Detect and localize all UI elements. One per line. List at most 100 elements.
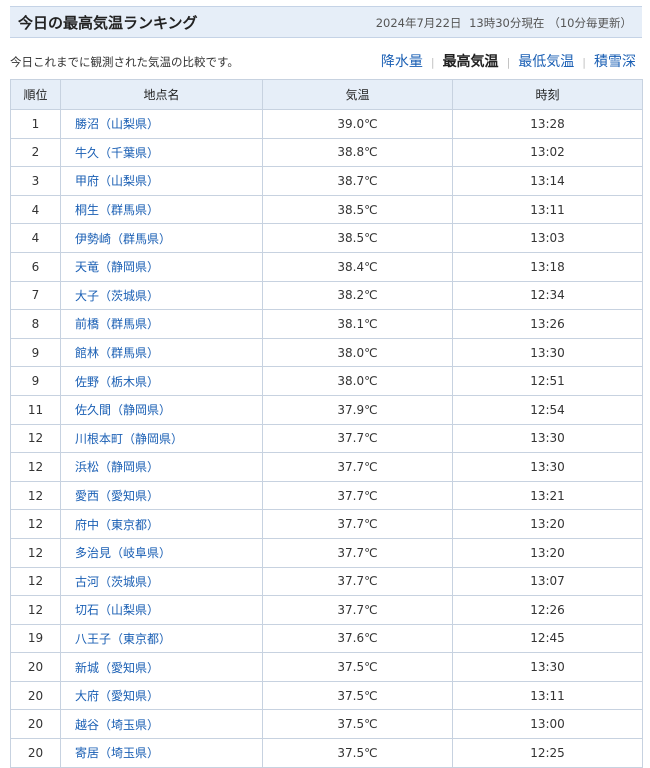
cell-location: 川根本町（静岡県） [60, 423, 263, 454]
cell-location: 牛久（千葉県） [60, 137, 263, 168]
cell-time: 12:26 [452, 595, 643, 625]
cell-temperature: 37.7℃ [262, 423, 453, 454]
cell-temperature: 37.6℃ [262, 623, 453, 654]
cell-temperature: 37.5℃ [262, 680, 453, 711]
cell-rank: 12 [10, 595, 61, 625]
table-row: 7 大子（茨城県） 38.2℃ 12:34 [10, 280, 643, 311]
table-row: 12 愛西（愛知県） 37.7℃ 13:21 [10, 480, 643, 511]
cell-time: 13:30 [452, 423, 643, 454]
location-link[interactable]: 佐野（栃木県） [75, 375, 159, 389]
cell-time: 13:11 [452, 680, 643, 711]
cell-location: 八王子（東京都） [60, 623, 263, 654]
location-link[interactable]: 館林（群馬県） [75, 346, 159, 360]
header-rank: 順位 [10, 79, 61, 110]
location-link[interactable]: 天竜（静岡県） [75, 260, 159, 274]
cell-time: 13:14 [452, 166, 643, 196]
cell-rank: 8 [10, 309, 61, 339]
cell-location: 佐野（栃木県） [60, 366, 263, 396]
table-header-row: 順位 地点名 気温 時刻 [10, 79, 643, 110]
location-link[interactable]: 愛西（愛知県） [75, 489, 159, 503]
cell-temperature: 39.0℃ [262, 109, 453, 139]
cell-temperature: 38.7℃ [262, 166, 453, 196]
location-link[interactable]: 桐生（群馬県） [75, 203, 159, 217]
cell-temperature: 38.0℃ [262, 337, 453, 368]
cell-temperature: 38.5℃ [262, 194, 453, 225]
cell-location: 佐久間（静岡県） [60, 394, 263, 425]
cell-rank: 12 [10, 423, 61, 454]
location-link[interactable]: 古河（茨城県） [75, 575, 159, 589]
cell-location: 府中（東京都） [60, 509, 263, 539]
cell-location: 甲府（山梨県） [60, 166, 263, 196]
location-link[interactable]: 切石（山梨県） [75, 603, 159, 617]
table-row: 11 佐久間（静岡県） 37.9℃ 12:54 [10, 394, 643, 425]
cell-time: 13:30 [452, 337, 643, 368]
cell-temperature: 37.9℃ [262, 394, 453, 425]
nav-snow-depth[interactable]: 積雪深 [594, 54, 636, 70]
location-link[interactable]: 伊勢崎（群馬県） [75, 232, 171, 246]
cell-temperature: 38.8℃ [262, 137, 453, 168]
cell-location: 寄居（埼玉県） [60, 738, 263, 768]
table-row: 9 佐野（栃木県） 38.0℃ 12:51 [10, 366, 643, 396]
nav-precipitation[interactable]: 降水量 [381, 54, 423, 70]
location-link[interactable]: 府中（東京都） [75, 518, 159, 532]
cell-time: 13:07 [452, 566, 643, 597]
table-row: 8 前橋（群馬県） 38.1℃ 13:26 [10, 309, 643, 339]
cell-time: 13:30 [452, 452, 643, 482]
page-title: 今日の最高気温ランキング [18, 14, 198, 32]
table-row: 12 切石（山梨県） 37.7℃ 12:26 [10, 595, 643, 625]
cell-rank: 4 [10, 194, 61, 225]
cell-temperature: 38.4℃ [262, 251, 453, 282]
cell-time: 13:00 [452, 709, 643, 740]
cell-rank: 3 [10, 166, 61, 196]
cell-location: 古河（茨城県） [60, 566, 263, 597]
cell-rank: 20 [10, 652, 61, 682]
nav-min-temperature[interactable]: 最低気温 [518, 54, 574, 70]
header-temperature: 気温 [262, 79, 453, 110]
cell-rank: 20 [10, 738, 61, 768]
location-link[interactable]: 多治見（岐阜県） [75, 546, 171, 560]
cell-location: 多治見（岐阜県） [60, 537, 263, 568]
table-row: 20 新城（愛知県） 37.5℃ 13:30 [10, 652, 643, 682]
table-row: 12 多治見（岐阜県） 37.7℃ 13:20 [10, 537, 643, 568]
nav-separator: | [430, 56, 435, 69]
cell-rank: 12 [10, 480, 61, 511]
page-description: 今日これまでに観測された気温の比較です。 [10, 55, 239, 69]
cell-location: 愛西（愛知県） [60, 480, 263, 511]
cell-location: 桐生（群馬県） [60, 194, 263, 225]
header-time: 時刻 [452, 79, 643, 110]
location-link[interactable]: 八王子（東京都） [75, 632, 171, 646]
location-link[interactable]: 勝沼（山梨県） [75, 117, 159, 131]
cell-location: 館林（群馬県） [60, 337, 263, 368]
ranking-table: 順位 地点名 気温 時刻 1 勝沼（山梨県） 39.0℃ 13:28 2 牛久（千葉県） 3… [10, 79, 643, 768]
cell-temperature: 38.2℃ [262, 280, 453, 311]
table-row: 6 天竜（静岡県） 38.4℃ 13:18 [10, 251, 643, 282]
cell-time: 13:21 [452, 480, 643, 511]
location-link[interactable]: 佐久間（静岡県） [75, 403, 171, 417]
location-link[interactable]: 川根本町（静岡県） [75, 432, 183, 446]
location-link[interactable]: 大府（愛知県） [75, 689, 159, 703]
category-nav: 降水量 | 最高気温 | 最低気温 | 積雪深 [381, 51, 636, 71]
location-link[interactable]: 浜松（静岡県） [75, 460, 159, 474]
cell-rank: 4 [10, 223, 61, 253]
location-link[interactable]: 牛久（千葉県） [75, 146, 159, 160]
cell-rank: 12 [10, 509, 61, 539]
table-row: 20 大府（愛知県） 37.5℃ 13:11 [10, 680, 643, 711]
cell-rank: 7 [10, 280, 61, 311]
location-link[interactable]: 大子（茨城県） [75, 289, 159, 303]
location-link[interactable]: 越谷（埼玉県） [75, 718, 159, 732]
table-row: 4 桐生（群馬県） 38.5℃ 13:11 [10, 194, 643, 225]
location-link[interactable]: 新城（愛知県） [75, 661, 159, 675]
nav-max-temperature[interactable]: 最高気温 [443, 54, 499, 70]
location-link[interactable]: 前橋（群馬県） [75, 317, 159, 331]
cell-time: 13:20 [452, 537, 643, 568]
table-row: 19 八王子（東京都） 37.6℃ 12:45 [10, 623, 643, 654]
cell-temperature: 38.1℃ [262, 309, 453, 339]
table-row: 9 館林（群馬県） 38.0℃ 13:30 [10, 337, 643, 368]
cell-time: 12:34 [452, 280, 643, 311]
location-link[interactable]: 甲府（山梨県） [75, 174, 159, 188]
cell-time: 12:51 [452, 366, 643, 396]
cell-temperature: 37.7℃ [262, 566, 453, 597]
table-row: 12 府中（東京都） 37.7℃ 13:20 [10, 509, 643, 539]
location-link[interactable]: 寄居（埼玉県） [75, 746, 159, 760]
table-row: 20 越谷（埼玉県） 37.5℃ 13:00 [10, 709, 643, 740]
